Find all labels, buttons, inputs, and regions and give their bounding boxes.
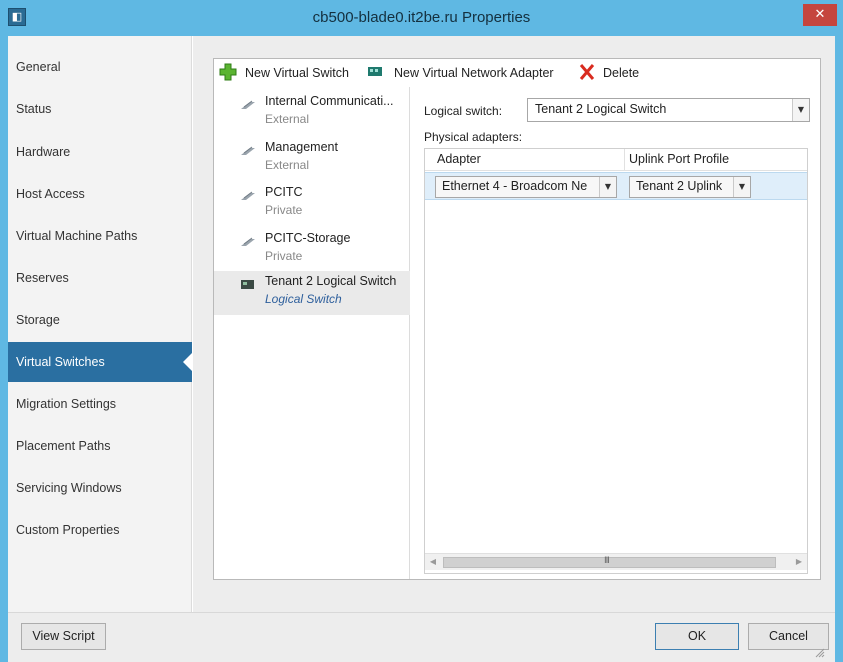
switch-type: Private <box>265 249 303 263</box>
sidebar-item-label: Hardware <box>16 145 71 159</box>
sidebar-nav: General Status Hardware Host Access Virt… <box>8 36 193 612</box>
scroll-right-icon[interactable]: ▶ <box>793 556 805 568</box>
switch-icon <box>241 146 255 155</box>
sidebar-item-label: Reserves <box>16 271 69 285</box>
list-item[interactable]: Internal Communicati... External <box>214 91 410 135</box>
scroll-thumb[interactable]: III <box>443 556 776 568</box>
virtual-switch-list: Internal Communicati... External Managem… <box>214 87 410 579</box>
sidebar-item-label: Custom Properties <box>16 523 120 537</box>
sidebar-item-general[interactable]: General <box>8 47 192 87</box>
logical-switch-icon <box>241 280 254 289</box>
switch-name: PCITC-Storage <box>265 231 351 245</box>
title-bar: ◧ cb500-blade0.it2be.ru Properties ✕ <box>0 0 843 36</box>
sidebar-item-virtual-machine-paths[interactable]: Virtual Machine Paths <box>8 216 192 256</box>
network-adapter-icon[interactable] <box>366 63 384 81</box>
switch-icon <box>241 237 255 246</box>
window-frame-right <box>835 36 843 662</box>
sidebar-item-label: Status <box>16 102 52 116</box>
switch-type: External <box>265 112 310 126</box>
switch-type: Private <box>265 203 303 217</box>
sidebar-item-host-access[interactable]: Host Access <box>8 174 192 214</box>
sidebar-item-label: Virtual Machine Paths <box>16 229 138 243</box>
sidebar-item-label: General <box>16 60 61 74</box>
sidebar-item-virtual-switches[interactable]: Virtual Switches <box>8 342 193 382</box>
logical-switch-value: Tenant 2 Logical Switch <box>535 102 667 116</box>
new-virtual-switch-button[interactable]: New Virtual Switch <box>245 63 349 83</box>
horizontal-scrollbar[interactable]: ◀ III ▶ <box>425 553 807 570</box>
grid-header: Adapter Uplink Port Profile <box>425 149 807 171</box>
physical-adapters-grid: Adapter Uplink Port Profile Ethernet 4 -… <box>424 148 808 574</box>
column-header-adapter[interactable]: Adapter <box>437 152 481 166</box>
window-title: cb500-blade0.it2be.ru Properties <box>312 9 531 26</box>
plus-icon[interactable] <box>219 63 237 81</box>
chevron-down-icon[interactable]: ▼ <box>599 177 616 197</box>
new-virtual-network-adapter-button[interactable]: New Virtual Network Adapter <box>394 63 554 83</box>
sidebar-item-reserves[interactable]: Reserves <box>8 258 192 298</box>
uplink-value: Tenant 2 Uplink <box>636 179 723 193</box>
logical-switch-select[interactable]: Tenant 2 Logical Switch ▼ <box>527 98 810 122</box>
delete-button[interactable]: Delete <box>603 63 639 83</box>
sidebar-item-label: Migration Settings <box>16 397 117 411</box>
sidebar-item-hardware[interactable]: Hardware <box>8 132 192 172</box>
switch-icon <box>241 191 255 200</box>
list-item[interactable]: PCITC Private <box>214 182 410 226</box>
chevron-down-icon[interactable]: ▼ <box>792 99 809 121</box>
switch-name: Tenant 2 Logical Switch <box>265 274 397 288</box>
switch-toolbar: New Virtual Switch New Virtual Network A… <box>214 59 820 87</box>
uplink-port-profile-select[interactable]: Tenant 2 Uplink ▼ <box>629 176 751 198</box>
window-frame-left <box>0 36 8 662</box>
ok-button[interactable]: OK <box>655 623 739 650</box>
dialog-footer: View Script OK Cancel <box>8 612 835 662</box>
logical-switch-label: Logical switch: <box>424 104 503 118</box>
adapter-select[interactable]: Ethernet 4 - Broadcom Ne ▼ <box>435 176 617 198</box>
scroll-left-icon[interactable]: ◀ <box>427 556 439 568</box>
sidebar-item-label: Storage <box>16 313 60 327</box>
switch-name: PCITC <box>265 185 303 199</box>
sidebar-item-placement-paths[interactable]: Placement Paths <box>8 426 192 466</box>
resize-grip-icon[interactable] <box>815 648 825 658</box>
list-item-selected[interactable]: Tenant 2 Logical Switch Logical Switch <box>214 271 410 315</box>
scroll-grip: III <box>604 556 610 566</box>
selection-arrow-icon <box>183 352 193 372</box>
sidebar-item-servicing-windows[interactable]: Servicing Windows <box>8 468 192 508</box>
properties-dialog: ◧ cb500-blade0.it2be.ru Properties ✕ Gen… <box>0 0 843 662</box>
column-header-uplink[interactable]: Uplink Port Profile <box>629 152 729 166</box>
list-item[interactable]: PCITC-Storage Private <box>214 228 410 272</box>
cancel-button[interactable]: Cancel <box>748 623 829 650</box>
chevron-down-icon[interactable]: ▼ <box>733 177 750 197</box>
adapter-value: Ethernet 4 - Broadcom Ne <box>442 179 588 193</box>
physical-adapters-label: Physical adapters: <box>424 130 523 144</box>
sidebar-item-label: Virtual Switches <box>16 355 105 369</box>
view-script-button[interactable]: View Script <box>21 623 106 650</box>
sidebar-item-label: Host Access <box>16 187 85 201</box>
switch-type: Logical Switch <box>265 292 342 306</box>
sidebar-item-label: Placement Paths <box>16 439 111 453</box>
sidebar-item-migration-settings[interactable]: Migration Settings <box>8 384 192 424</box>
switch-type: External <box>265 158 310 172</box>
switch-icon <box>241 100 255 109</box>
table-row[interactable]: Ethernet 4 - Broadcom Ne ▼ Tenant 2 Upli… <box>425 172 807 200</box>
delete-x-icon[interactable] <box>578 63 596 81</box>
sidebar-item-storage[interactable]: Storage <box>8 300 192 340</box>
list-item[interactable]: Management External <box>214 137 410 181</box>
close-button[interactable]: ✕ <box>803 4 837 26</box>
sidebar-item-custom-properties[interactable]: Custom Properties <box>8 510 192 550</box>
switch-name: Internal Communicati... <box>265 94 394 108</box>
switch-name: Management <box>265 140 338 154</box>
column-divider[interactable] <box>624 149 625 171</box>
sidebar-item-label: Servicing Windows <box>16 481 122 495</box>
sidebar-item-status[interactable]: Status <box>8 89 192 129</box>
